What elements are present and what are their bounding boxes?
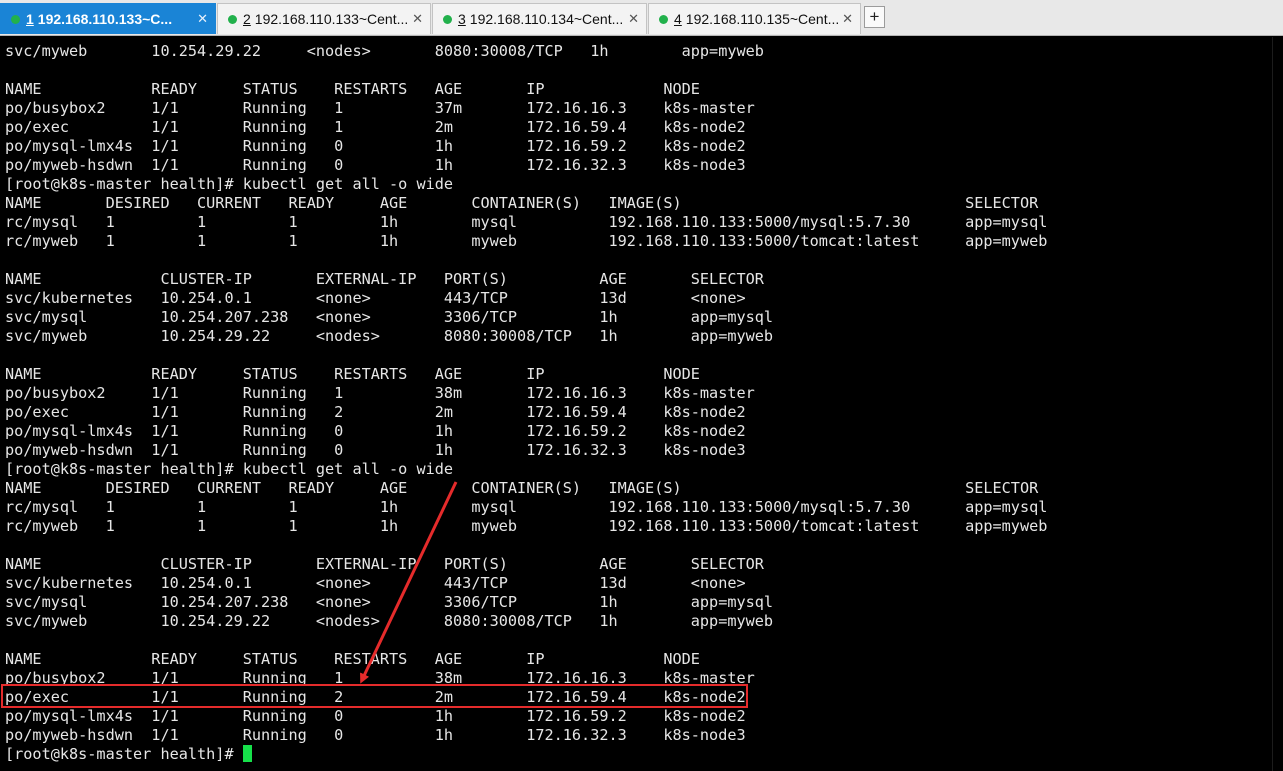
- terminal-line: rc/myweb 1 1 1 1h myweb 192.168.110.133:…: [5, 232, 1048, 250]
- tab-session-2[interactable]: 2 192.168.110.133~Cent... ✕: [217, 3, 431, 34]
- terminal-line: NAME DESIRED CURRENT READY AGE CONTAINER…: [5, 194, 1039, 212]
- terminal-line: po/mysql-lmx4s 1/1 Running 0 1h 172.16.5…: [5, 422, 746, 440]
- terminal-line: po/exec 1/1 Running 2 2m 172.16.59.4 k8s…: [5, 403, 746, 421]
- terminal-line: [root@k8s-master health]# kubectl get al…: [5, 175, 454, 193]
- tab-session-3[interactable]: 3 192.168.110.134~Cent... ✕: [432, 3, 647, 34]
- tab-session-1[interactable]: 1 192.168.110.133~C... ✕: [0, 3, 216, 34]
- terminal-line: po/mysql-lmx4s 1/1 Running 0 1h 172.16.5…: [5, 707, 746, 725]
- close-icon[interactable]: ✕: [842, 4, 853, 34]
- shell-prompt: [root@k8s-master health]#: [5, 745, 243, 763]
- terminal-line: [root@k8s-master health]# kubectl get al…: [5, 460, 454, 478]
- terminal-line: rc/mysql 1 1 1 1h mysql 192.168.110.133:…: [5, 498, 1048, 516]
- tab-label: 192.168.110.135~Cent...: [685, 11, 840, 27]
- close-icon[interactable]: ✕: [412, 4, 423, 34]
- tab-label: 192.168.110.133~C...: [37, 11, 173, 27]
- tab-number: 2: [243, 11, 251, 27]
- highlight-annotation-box: [1, 684, 748, 708]
- terminal-line: svc/myweb 10.254.29.22 <nodes> 8080:3000…: [5, 327, 774, 345]
- terminal-line: po/myweb-hsdwn 1/1 Running 0 1h 172.16.3…: [5, 726, 746, 744]
- tab-label: 192.168.110.134~Cent...: [469, 11, 624, 27]
- terminal-output[interactable]: svc/myweb 10.254.29.22 <nodes> 8080:3000…: [0, 37, 1270, 771]
- tab-bar: 1 192.168.110.133~C... ✕ 2 192.168.110.133…: [0, 0, 1283, 36]
- tab-number: 4: [674, 11, 682, 27]
- terminal-line: NAME READY STATUS RESTARTS AGE IP NODE: [5, 365, 700, 383]
- terminal-line: po/exec 1/1 Running 1 2m 172.16.59.4 k8s…: [5, 118, 746, 136]
- terminal-line: svc/kubernetes 10.254.0.1 <none> 443/TCP…: [5, 574, 746, 592]
- terminal-line: svc/myweb 10.254.29.22 <nodes> 8080:3000…: [5, 42, 764, 60]
- terminal-line: svc/mysql 10.254.207.238 <none> 3306/TCP…: [5, 308, 774, 326]
- scrollbar[interactable]: [1272, 37, 1283, 771]
- terminal-line: NAME DESIRED CURRENT READY AGE CONTAINER…: [5, 479, 1039, 497]
- terminal-line: NAME CLUSTER-IP EXTERNAL-IP PORT(S) AGE …: [5, 555, 764, 573]
- terminal-lines: svc/myweb 10.254.29.22 <nodes> 8080:3000…: [5, 42, 1047, 764]
- terminal-line: po/myweb-hsdwn 1/1 Running 0 1h 172.16.3…: [5, 441, 746, 459]
- terminal-line: NAME READY STATUS RESTARTS AGE IP NODE: [5, 650, 700, 668]
- terminal-line: po/busybox2 1/1 Running 1 38m 172.16.16.…: [5, 384, 755, 402]
- terminal-line: NAME CLUSTER-IP EXTERNAL-IP PORT(S) AGE …: [5, 270, 764, 288]
- text-cursor: [242, 745, 252, 762]
- tab-number: 1: [26, 11, 34, 27]
- tab-label: 192.168.110.133~Cent...: [254, 11, 409, 27]
- connected-status-icon: [11, 15, 20, 24]
- connected-status-icon: [443, 15, 452, 24]
- terminal-line: rc/mysql 1 1 1 1h mysql 192.168.110.133:…: [5, 213, 1048, 231]
- connected-status-icon: [659, 15, 668, 24]
- tab-number: 3: [458, 11, 466, 27]
- terminal-line: svc/mysql 10.254.207.238 <none> 3306/TCP…: [5, 593, 774, 611]
- prompt-line[interactable]: [root@k8s-master health]#: [5, 745, 1047, 764]
- terminal-line: po/myweb-hsdwn 1/1 Running 0 1h 172.16.3…: [5, 156, 746, 174]
- tab-session-4[interactable]: 4 192.168.110.135~Cent... ✕: [648, 3, 861, 34]
- terminal-line: NAME READY STATUS RESTARTS AGE IP NODE: [5, 80, 700, 98]
- terminal-line: svc/kubernetes 10.254.0.1 <none> 443/TCP…: [5, 289, 746, 307]
- add-tab-button[interactable]: +: [864, 6, 885, 28]
- terminal-line: po/mysql-lmx4s 1/1 Running 0 1h 172.16.5…: [5, 137, 746, 155]
- close-icon[interactable]: ✕: [197, 4, 208, 34]
- connected-status-icon: [228, 15, 237, 24]
- terminal-line: svc/myweb 10.254.29.22 <nodes> 8080:3000…: [5, 612, 774, 630]
- close-icon[interactable]: ✕: [628, 4, 639, 34]
- terminal-line: rc/myweb 1 1 1 1h myweb 192.168.110.133:…: [5, 517, 1048, 535]
- terminal-line: po/busybox2 1/1 Running 1 37m 172.16.16.…: [5, 99, 755, 117]
